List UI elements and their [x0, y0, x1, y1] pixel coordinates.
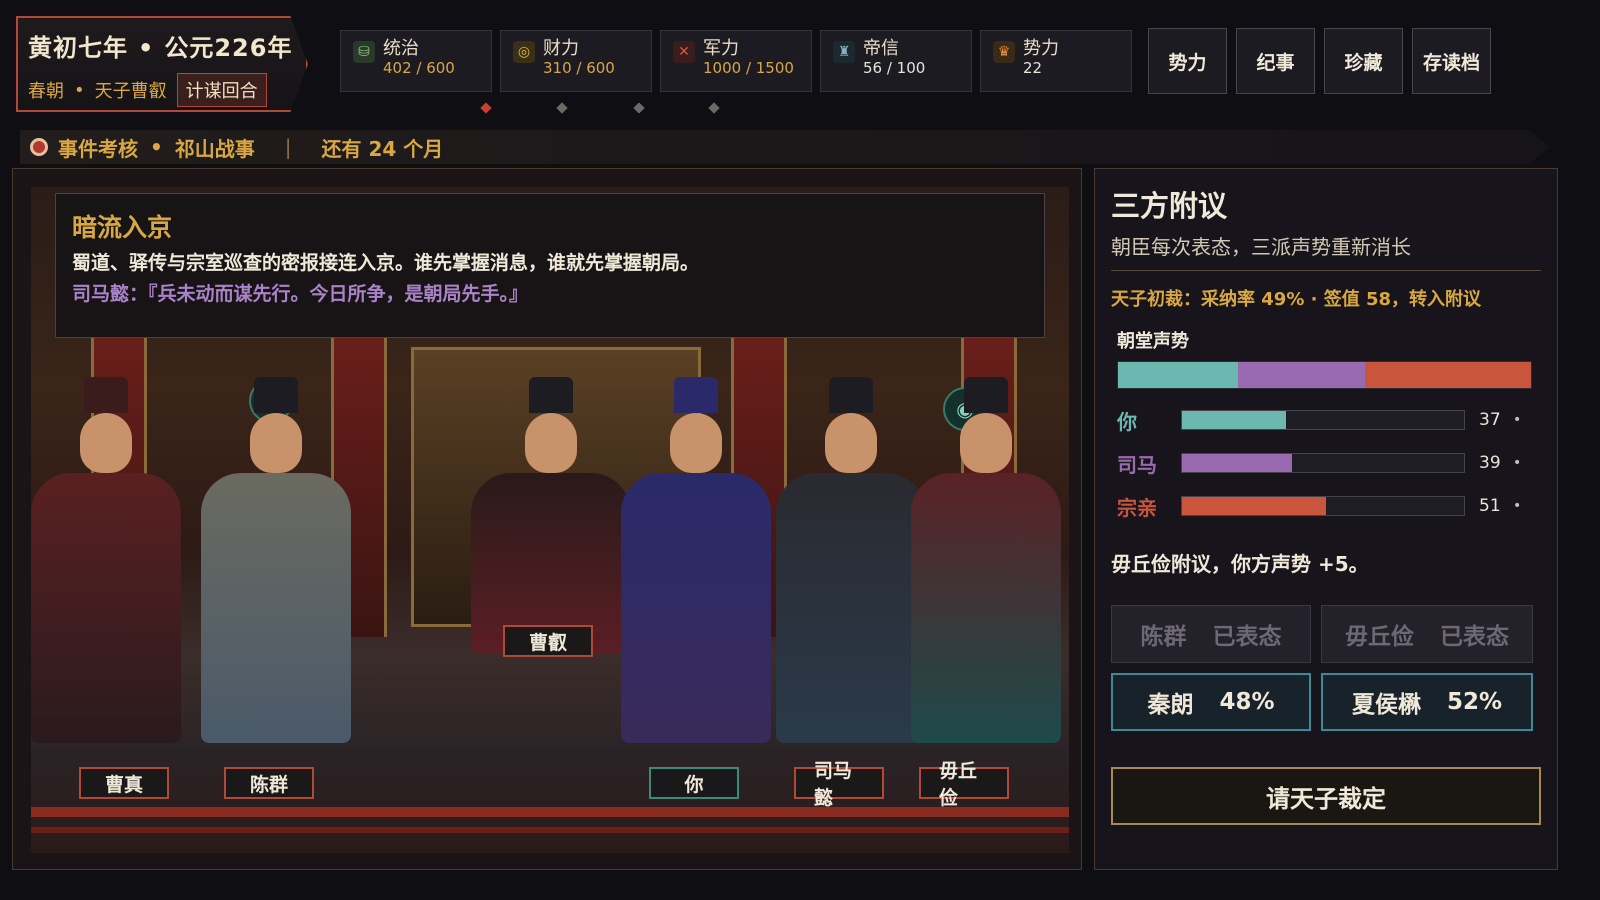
court-scene: ◉ ◉: [12, 168, 1082, 870]
vote-qin-lang-button[interactable]: 秦朗 48%: [1111, 673, 1311, 731]
faction-list: 你 37 • 司马 39 • 宗亲 51 •: [1111, 408, 1541, 520]
date-panel: 黄初七年 • 公元226年 春朝 • 天子曹叡 计谋回合: [16, 16, 308, 112]
faction-fill: [1182, 454, 1292, 472]
stats-bar: ⛁ 统治 402 / 600 ◎ 财力 310 / 600 ✕ 军力 1000 / 1…: [340, 30, 1132, 92]
faction-bullet: •: [1513, 412, 1522, 428]
name-tag-cao-rui[interactable]: 曹叡: [503, 625, 593, 657]
name-tag-chen-qun[interactable]: 陈群: [224, 767, 314, 799]
panel-title: 三方附议: [1111, 189, 1228, 223]
save-load-button[interactable]: 存读档: [1412, 28, 1491, 94]
name-tag-cao-zhen[interactable]: 曹真: [79, 767, 169, 799]
faction-row: 司马 39 •: [1117, 451, 1541, 477]
power-icon: ♛: [993, 41, 1015, 63]
panel-subtitle: 朝臣每次表态，三派声势重新消长: [1111, 231, 1541, 271]
council-panel: 三方附议 朝臣每次表态，三派声势重新消长 天子初裁：采纳率 49% · 签值 5…: [1094, 168, 1558, 870]
faction-bullet: •: [1513, 498, 1522, 514]
faction-bullet: •: [1513, 455, 1522, 471]
coins-icon: ◎: [513, 41, 535, 63]
era-label: 黄初七年: [28, 34, 128, 62]
treasures-button[interactable]: 珍藏: [1324, 28, 1403, 94]
faction-fill: [1182, 497, 1326, 515]
event-quote: 司马懿：『兵未动而谋先行。今日所争，是朝局先手。』: [72, 283, 529, 305]
faction-row: 你 37 •: [1117, 408, 1541, 434]
event-card: 暗流入京 蜀道、驿传与宗室巡查的密报接连入京。谁先掌握消息，谁就先掌握朝局。 司…: [55, 193, 1045, 338]
event-body: 蜀道、驿传与宗室巡查的密报接连入京。谁先掌握消息，谁就先掌握朝局。: [72, 252, 700, 274]
faction-value: 37: [1479, 410, 1501, 430]
governance-icon: ⛁: [353, 41, 375, 63]
character-cao-rui[interactable]: [471, 377, 631, 653]
name-tag-sima-yi[interactable]: 司马懿: [794, 760, 884, 809]
event-title: 暗流入京: [72, 213, 173, 242]
factions-button[interactable]: 势力: [1148, 28, 1227, 94]
top-bar: 黄初七年 • 公元226年 春朝 • 天子曹叡 计谋回合 ⛁ 统治 402 / 600…: [10, 10, 1590, 114]
page-dot-active[interactable]: [480, 102, 492, 114]
vote-grid: 陈群 已表态 毋丘俭 已表态 秦朗 48% 夏侯楙 52%: [1111, 605, 1541, 731]
result-note: 毋丘俭附议，你方声势 +5。: [1111, 552, 1369, 576]
vote-xiahou-mao-button[interactable]: 夏侯楙 52%: [1321, 673, 1533, 731]
stat-governance[interactable]: ⛁ 统治 402 / 600: [340, 30, 492, 92]
faction-name: 司马: [1117, 452, 1157, 477]
faction-value: 39: [1479, 453, 1501, 473]
character-wuqiu-jian[interactable]: [911, 377, 1061, 743]
character-cao-zhen[interactable]: [31, 377, 181, 743]
faction-name: 宗亲: [1117, 495, 1157, 520]
vote-wuqiu-jian: 毋丘俭 已表态: [1321, 605, 1533, 663]
faction-name: 你: [1117, 409, 1137, 434]
momentum-segment: [1118, 362, 1239, 388]
role-label: 天子曹叡: [94, 81, 167, 102]
chronicle-button[interactable]: 纪事: [1236, 28, 1315, 94]
phase-badge: 计谋回合: [176, 73, 267, 107]
banner-label: 事件考核: [58, 136, 138, 161]
banner-remaining: 还有 24 个月: [321, 136, 444, 161]
name-tag-wuqiu-jian[interactable]: 毋丘俭: [919, 760, 1009, 809]
crossed-swords-icon: ✕: [673, 41, 695, 63]
main-menu: 势力 纪事 珍藏 存读档: [1148, 28, 1491, 94]
faction-row: 宗亲 51 •: [1117, 494, 1541, 520]
date-sub: 春朝 • 天子曹叡 计谋回合: [28, 73, 296, 107]
vote-chen-qun: 陈群 已表态: [1111, 605, 1311, 663]
faction-track: [1181, 496, 1465, 516]
stat-power[interactable]: ♛ 势力 22: [980, 30, 1132, 92]
page-dot[interactable]: [708, 102, 720, 114]
character-player[interactable]: [621, 377, 771, 743]
banner-event: 祁山战事: [174, 136, 255, 161]
year-label: 公元226年: [164, 34, 293, 62]
faction-value: 51: [1479, 496, 1501, 516]
date-line: 黄初七年 • 公元226年: [28, 34, 293, 62]
stat-wealth[interactable]: ◎ 财力 310 / 600: [500, 30, 652, 92]
momentum-segment: [1238, 362, 1366, 388]
character-chen-qun[interactable]: [201, 377, 351, 743]
page-dot[interactable]: [633, 102, 645, 114]
momentum-bar: [1117, 361, 1532, 389]
page-dot[interactable]: [556, 102, 568, 114]
momentum-label: 朝堂声势: [1117, 331, 1189, 352]
alert-dot-icon: [30, 138, 48, 156]
stat-military[interactable]: ✕ 军力 1000 / 1500: [660, 30, 812, 92]
momentum-segment: [1365, 362, 1531, 388]
character-sima-yi[interactable]: [776, 377, 926, 743]
season-label: 春朝: [28, 81, 64, 102]
faction-fill: [1182, 411, 1287, 429]
stat-trust[interactable]: ♜ 帝信 56 / 100: [820, 30, 972, 92]
event-banner: 事件考核 • 祁山战事 | 还有 24 个月: [20, 130, 1550, 164]
name-tag-player[interactable]: 你: [649, 767, 739, 799]
faction-track: [1181, 410, 1465, 430]
request-decision-button[interactable]: 请天子裁定: [1111, 767, 1541, 825]
faction-track: [1181, 453, 1465, 473]
emperor-verdict: 天子初裁：采纳率 49% · 签值 58，转入附议: [1111, 289, 1482, 310]
trust-icon: ♜: [833, 41, 855, 63]
